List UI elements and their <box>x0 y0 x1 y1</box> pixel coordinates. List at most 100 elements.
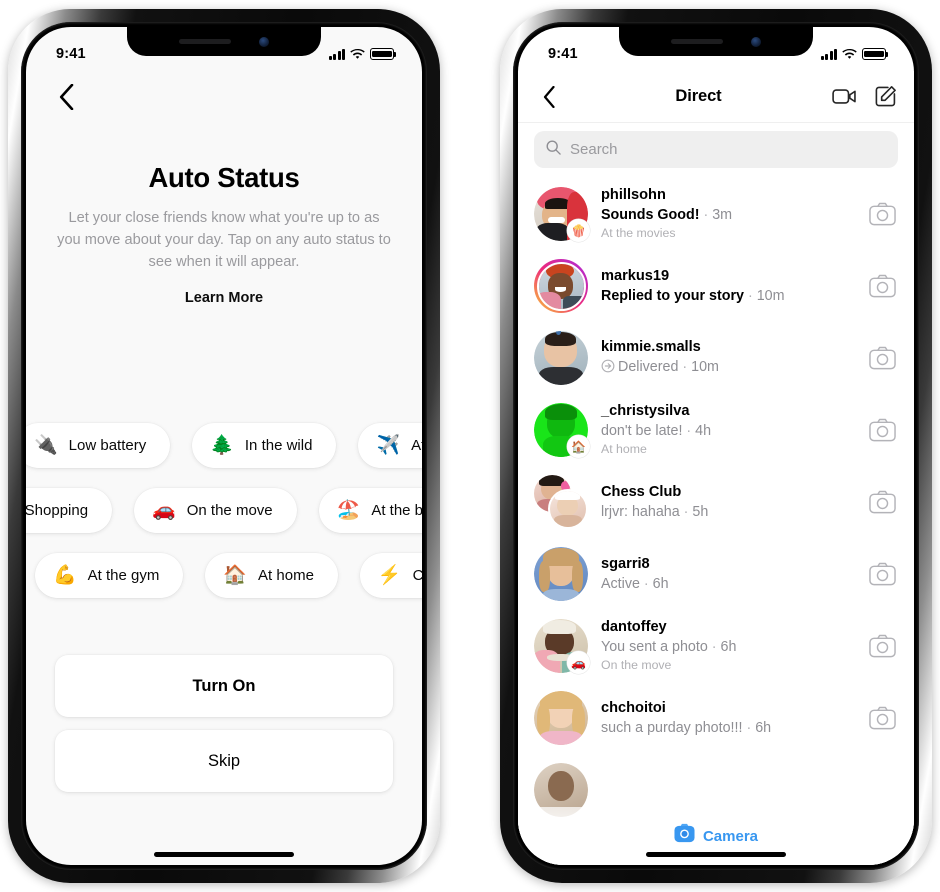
auto-status-badge: 🏠 <box>567 435 590 458</box>
status-chip-shopping[interactable]: 🛍️ Shopping <box>26 488 113 533</box>
auto-status-label: At home <box>601 442 647 456</box>
conversation-list[interactable]: 🍿 phillsohn Sounds Good! · 3m At the mov… <box>518 178 914 865</box>
list-item[interactable]: Chess Club lrjvr: hahaha · 5h <box>518 466 914 538</box>
avatar[interactable] <box>534 331 588 385</box>
chip-label: Charging <box>412 567 422 584</box>
status-chip-charging[interactable]: ⚡ Charging <box>359 553 422 598</box>
list-item[interactable]: markus19 Replied to your story · 10m <box>518 250 914 322</box>
timestamp: 5h <box>692 503 709 520</box>
status-chip-at-the-airport[interactable]: ✈️ At the airport <box>358 423 422 468</box>
message-preview: You sent a photo · 6h <box>601 639 737 655</box>
chip-row-3: 💪 At the gym 🏠 At home ⚡ Charging <box>35 553 422 598</box>
search-input[interactable] <box>570 141 886 158</box>
timestamp: 6h <box>755 719 772 736</box>
avatar[interactable] <box>534 259 588 313</box>
preview-text: Active <box>601 575 640 592</box>
battery-icon <box>862 48 889 60</box>
phone-left-auto-status: 9:41 Auto Status Let your close friends … <box>8 9 440 883</box>
back-button[interactable] <box>46 77 86 117</box>
avatar-group[interactable] <box>534 475 588 529</box>
chip-label: On the move <box>186 502 273 519</box>
search-icon <box>546 140 561 160</box>
phone-bezel: 9:41 Direct Search 🍿 phillsohn Sounds Go… <box>513 22 919 870</box>
preview-text: don't be late! <box>601 423 683 439</box>
auto-status-badge: 🍿 <box>567 219 590 242</box>
direct-header: Direct <box>518 71 914 123</box>
list-item[interactable]: 🍿 phillsohn Sounds Good! · 3m At the mov… <box>518 178 914 250</box>
avatar[interactable]: 🍿 <box>534 187 590 242</box>
home-indicator[interactable] <box>154 852 294 857</box>
status-bar-indicators <box>820 48 889 60</box>
back-button[interactable] <box>532 80 566 114</box>
lightning-bolt-icon: ⚡ <box>377 565 402 586</box>
search-bar[interactable] <box>534 131 898 168</box>
status-chip-low-battery[interactable]: 🔌 Low battery <box>26 423 171 468</box>
preview-text: Replied to your story <box>601 287 744 304</box>
learn-more-link[interactable]: Learn More <box>26 290 422 306</box>
status-chip-at-the-beach[interactable]: 🏖️ At the beach <box>318 488 422 533</box>
avatar[interactable]: 🚗 <box>534 619 590 674</box>
timestamp: 6h <box>720 639 737 655</box>
conversation-text: kimmie.smalls Delivered · 10m <box>601 338 856 379</box>
header-actions <box>831 84 898 110</box>
avatar[interactable] <box>534 547 588 601</box>
camera-outline-icon[interactable] <box>869 345 896 372</box>
camera-outline-icon[interactable] <box>869 201 896 228</box>
status-chip-on-the-move[interactable]: 🚗 On the move <box>134 488 297 533</box>
camera-icon <box>674 823 695 849</box>
list-item[interactable]: chchoitoi such a purday photo!!! · 6h <box>518 682 914 754</box>
username: phillsohn <box>601 187 666 203</box>
camera-outline-icon[interactable] <box>869 489 896 516</box>
message-preview: don't be late! · 4h <box>601 423 712 439</box>
message-preview: lrjvr: hahaha · 5h <box>601 503 709 520</box>
chip-label: At home <box>258 567 314 584</box>
preview-text: lrjvr: hahaha <box>601 503 680 520</box>
search-container <box>518 123 914 178</box>
airplane-icon: ✈️ <box>376 435 401 456</box>
conversation-text: chchoitoi such a purday photo!!! · 6h <box>601 699 856 738</box>
status-chip-at-home[interactable]: 🏠 At home <box>205 553 338 598</box>
preview-text: such a purday photo!!! <box>601 719 743 736</box>
status-chip-carousel[interactable]: 🔌 Low battery 🌲 In the wild ✈️ At the ai… <box>26 423 422 618</box>
video-camera-icon[interactable] <box>831 84 857 110</box>
compose-pencil-icon[interactable] <box>872 84 898 110</box>
skip-button[interactable]: Skip <box>55 730 393 792</box>
home-indicator[interactable] <box>646 852 786 857</box>
preview-text: You sent a photo <box>601 639 708 655</box>
auto-status-label: On the move <box>601 658 672 672</box>
camera-outline-icon[interactable] <box>869 705 896 732</box>
chip-row-2: 🛍️ Shopping 🚗 On the move 🏖️ At the beac… <box>26 488 422 533</box>
preview-text: Sounds Good! <box>601 207 700 223</box>
username: dantoffey <box>601 619 667 635</box>
camera-outline-icon[interactable] <box>869 561 896 588</box>
list-item[interactable]: 🏠 _christysilva don't be late! · 4h At h… <box>518 394 914 466</box>
camera-outline-icon[interactable] <box>869 417 896 444</box>
status-chip-at-the-gym[interactable]: 💪 At the gym <box>35 553 184 598</box>
chip-label: At the beach <box>371 502 422 519</box>
username: chchoitoi <box>601 699 666 716</box>
beach-umbrella-icon: 🏖️ <box>336 500 361 521</box>
plug-icon: 🔌 <box>34 435 58 456</box>
camera-outline-icon[interactable] <box>869 273 896 300</box>
phone-right-direct: 9:41 Direct Search 🍿 phillsohn Sounds Go… <box>500 9 932 883</box>
chip-row-1: 🔌 Low battery 🌲 In the wild ✈️ At the ai… <box>26 423 422 468</box>
auto-status-body: Auto Status Let your close friends know … <box>26 71 422 865</box>
avatar[interactable]: 🏠 <box>534 403 590 458</box>
camera-label: Camera <box>702 827 759 845</box>
house-icon: 🏠 <box>223 565 248 586</box>
flexed-biceps-icon: 💪 <box>53 565 77 586</box>
message-preview: Sounds Good! · 3m <box>601 207 733 223</box>
camera-outline-icon[interactable] <box>869 633 896 660</box>
conversation-text: Chess Club lrjvr: hahaha · 5h <box>601 483 856 522</box>
front-camera-icon <box>751 36 761 47</box>
status-chip-in-the-wild[interactable]: 🌲 In the wild <box>192 423 337 468</box>
list-item[interactable]: 🚗 dantoffey You sent a photo · 6h On the… <box>518 610 914 682</box>
chip-label: In the wild <box>244 437 313 454</box>
battery-icon <box>370 48 397 60</box>
list-item[interactable]: sgarri8 Active · 6h <box>518 538 914 610</box>
list-item[interactable]: kimmie.smalls Delivered · 10m <box>518 322 914 394</box>
screen-direct: 9:41 Direct Search 🍿 phillsohn Sounds Go… <box>518 27 914 865</box>
turn-on-button[interactable]: Turn On <box>55 655 393 717</box>
avatar[interactable] <box>534 691 588 745</box>
auto-status-badge: 🚗 <box>567 651 590 674</box>
